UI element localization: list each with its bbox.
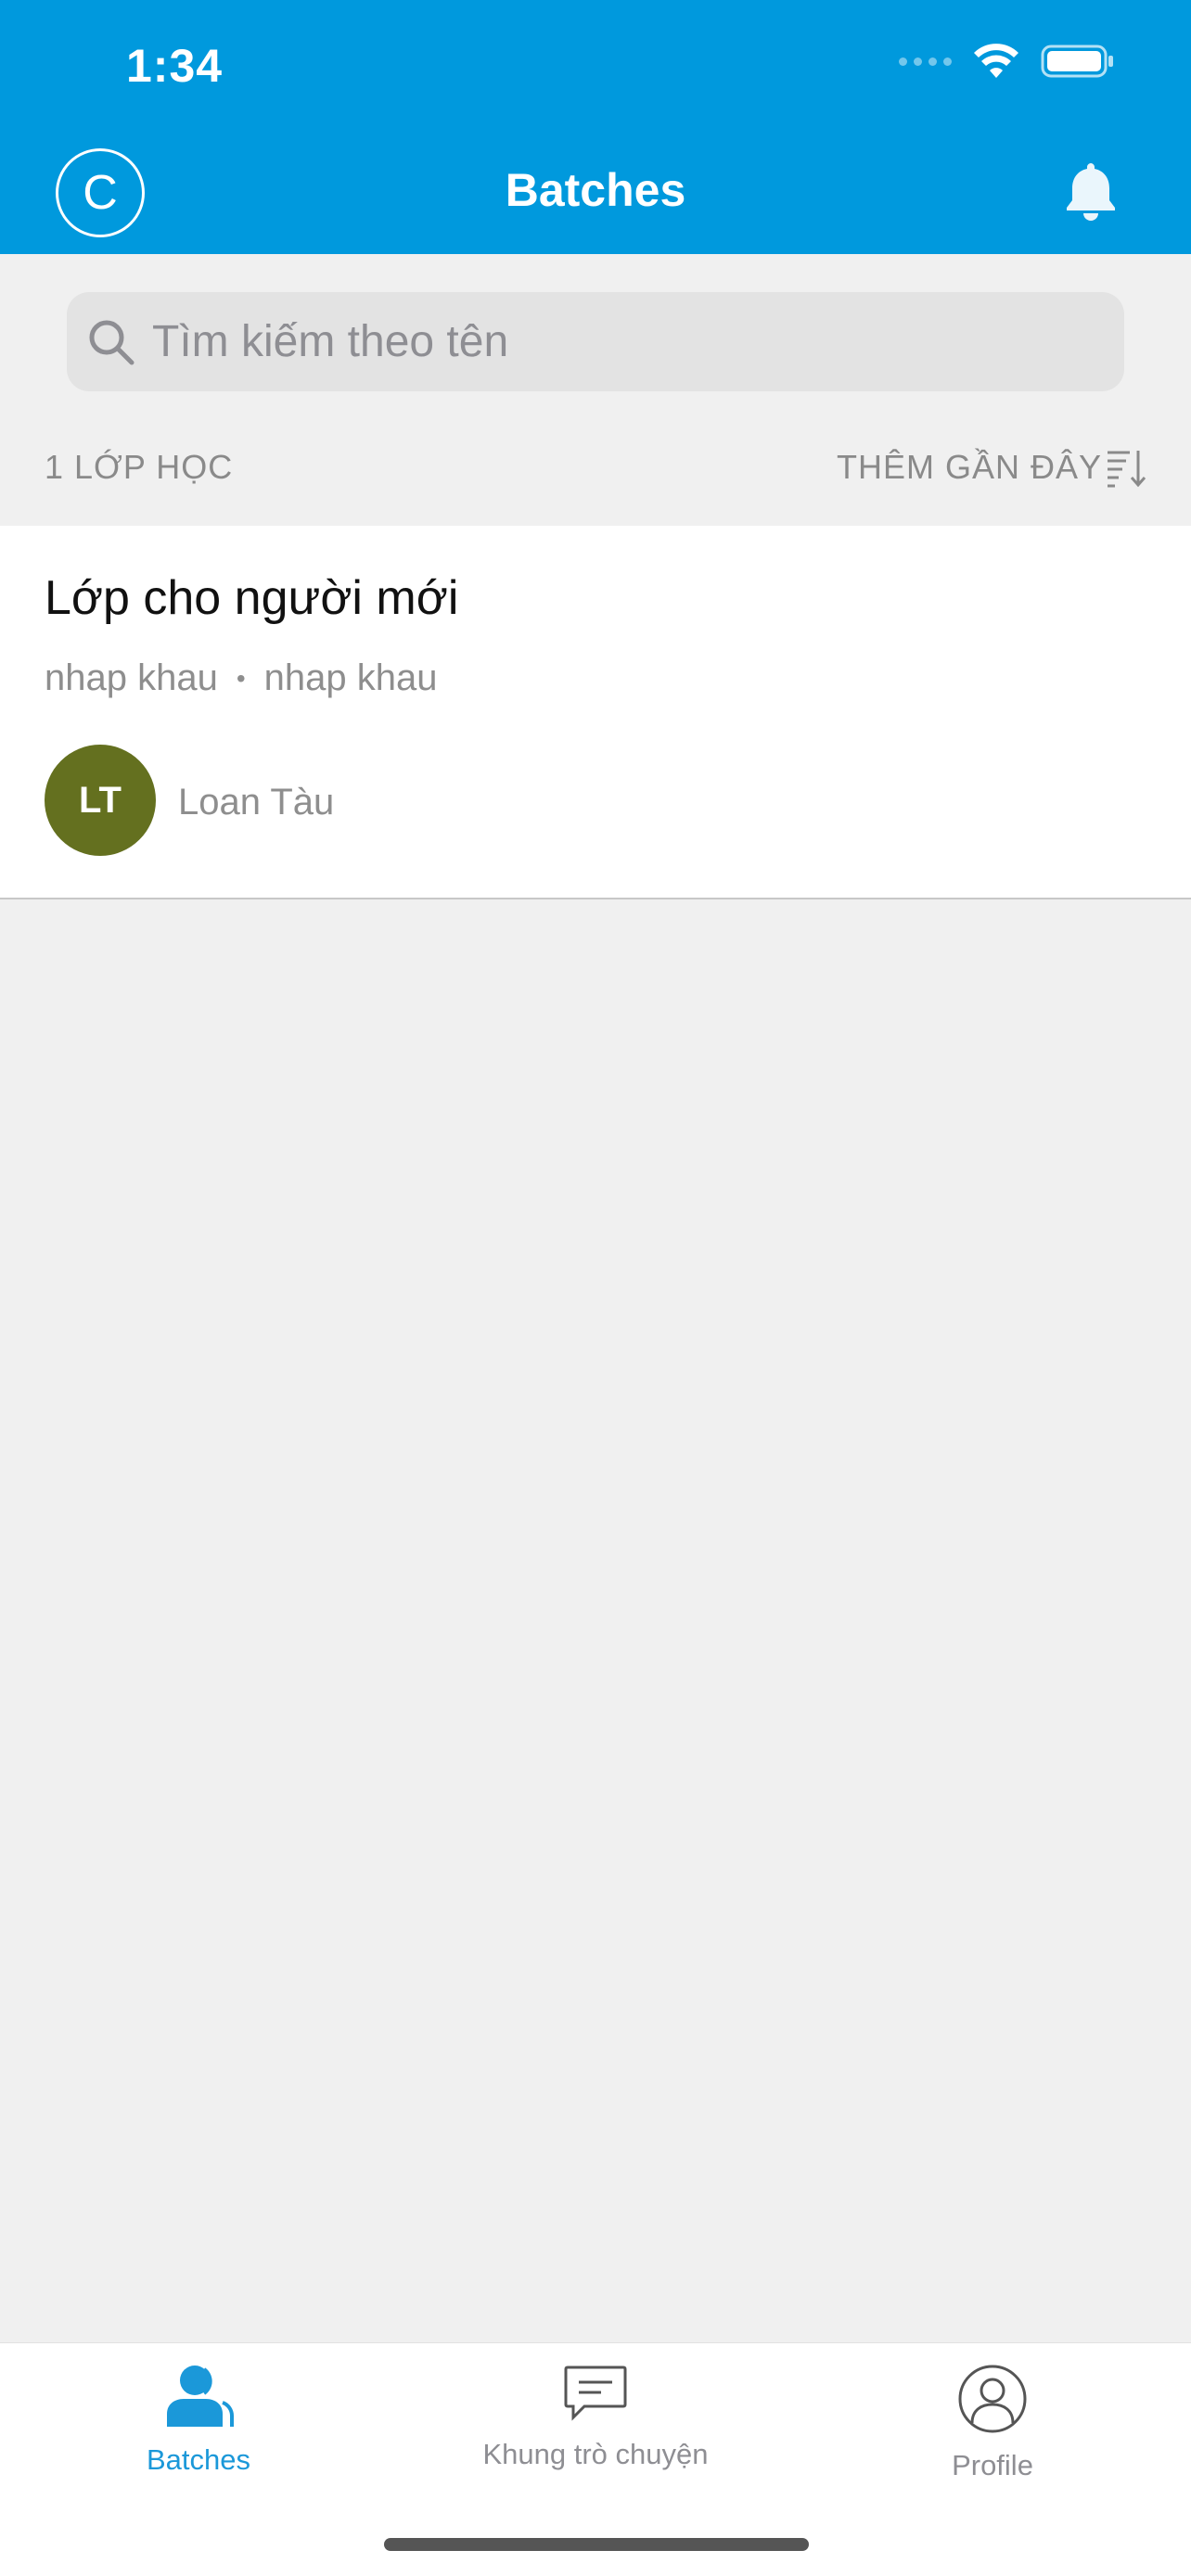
batches-icon	[167, 2366, 234, 2427]
status-icons	[899, 43, 1115, 80]
batch-subject-secondary: nhap khau	[263, 657, 438, 698]
batch-subject: nhap khau	[45, 657, 218, 698]
batch-count-label: 1 LỚP HỌC	[45, 448, 234, 486]
owner-avatar: LT	[45, 745, 156, 856]
battery-icon	[1041, 45, 1113, 78]
search-input[interactable]	[152, 316, 1080, 367]
owner-initials: LT	[79, 779, 122, 821]
tab-chat[interactable]: Khung trò chuyện	[397, 2364, 794, 2471]
batch-card[interactable]: Lớp cho người mới nhap khau • nhap khau …	[0, 526, 1191, 899]
batch-title: Lớp cho người mới	[45, 571, 459, 625]
sort-label: THÊM GẦN ĐÂY	[836, 448, 1102, 486]
search-icon	[89, 320, 134, 364]
profile-icon	[958, 2365, 1027, 2433]
home-indicator	[384, 2538, 809, 2551]
chat-icon	[564, 2366, 627, 2421]
tab-batches[interactable]: Batches	[0, 2364, 397, 2477]
cellular-signal-icon	[899, 57, 952, 66]
list-header: 1 LỚP HỌC THÊM GẦN ĐÂY	[45, 447, 1146, 488]
sort-descending-icon	[1108, 451, 1146, 488]
sort-button[interactable]: THÊM GẦN ĐÂY	[837, 447, 1146, 488]
owner-name: Loan Tàu	[178, 782, 335, 823]
notification-bell-icon[interactable]	[1061, 159, 1121, 223]
status-time: 1:34	[126, 40, 224, 92]
batch-subtitle: nhap khau • nhap khau	[45, 657, 438, 699]
tab-batches-label: Batches	[146, 2443, 250, 2476]
tab-chat-label: Khung trò chuyện	[482, 2438, 709, 2470]
tab-profile[interactable]: Profile	[794, 2364, 1191, 2482]
search-bar[interactable]	[67, 292, 1124, 391]
app-header: 1:34 C Batches	[0, 0, 1191, 254]
tab-profile-label: Profile	[952, 2449, 1033, 2481]
subtitle-separator: •	[236, 663, 246, 693]
page-title: Batches	[505, 164, 686, 216]
wifi-icon	[974, 44, 1018, 78]
